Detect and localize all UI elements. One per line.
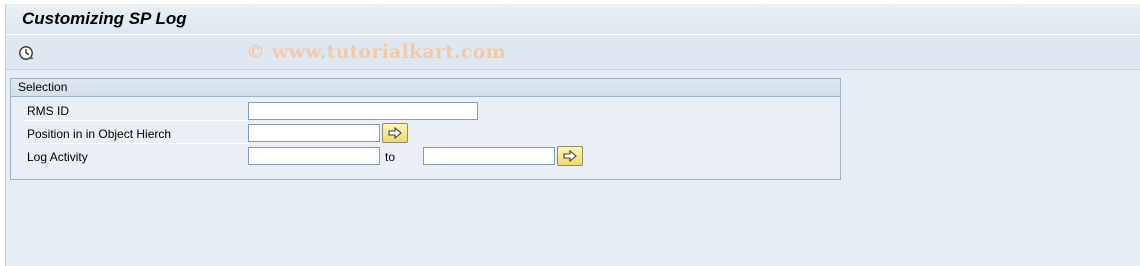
row-divider bbox=[23, 143, 248, 144]
row-divider bbox=[23, 120, 248, 121]
page-title: Customizing SP Log bbox=[22, 9, 187, 28]
execute-clock-icon[interactable] bbox=[18, 45, 34, 61]
arrow-right-icon bbox=[388, 127, 402, 139]
position-label: Position in in Object Hierch bbox=[27, 127, 172, 141]
log-activity-from-input[interactable] bbox=[248, 147, 380, 165]
log-activity-multiple-selection-button[interactable] bbox=[557, 146, 583, 166]
arrow-right-icon bbox=[563, 150, 577, 162]
watermark-text: © www.tutorialkart.com bbox=[246, 41, 506, 63]
rms-id-input[interactable] bbox=[248, 102, 478, 120]
log-activity-to-input[interactable] bbox=[423, 147, 555, 165]
application-toolbar: © www.tutorialkart.com bbox=[6, 35, 1140, 70]
log-activity-label: Log Activity bbox=[27, 150, 88, 164]
screen-frame: Customizing SP Log © www.tutorialkart.co… bbox=[5, 4, 1140, 266]
selection-group: Selection RMS ID Position in in Object H… bbox=[10, 78, 841, 180]
title-bar: Customizing SP Log bbox=[6, 4, 1140, 35]
rms-id-label: RMS ID bbox=[27, 104, 69, 118]
position-multiple-selection-button[interactable] bbox=[382, 123, 408, 143]
selection-group-title: Selection bbox=[11, 79, 840, 97]
to-label: to bbox=[385, 150, 396, 164]
position-input[interactable] bbox=[248, 124, 380, 142]
